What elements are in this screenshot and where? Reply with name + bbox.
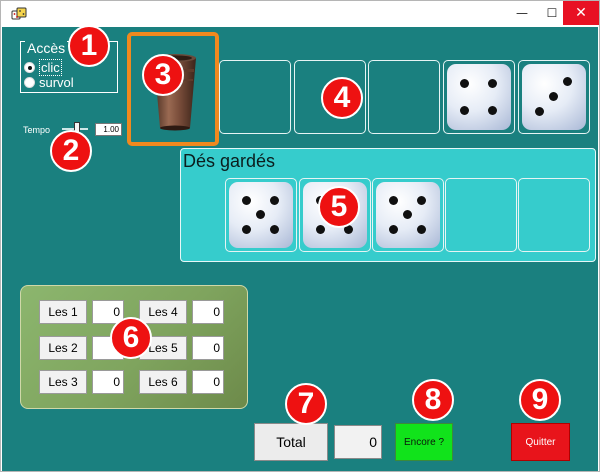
callout-marker-2: 2 [50, 130, 92, 172]
die-pip [488, 79, 497, 88]
radio-survol-label: survol [39, 75, 74, 90]
radio-survol-circle[interactable] [24, 77, 35, 88]
die-pip [270, 196, 279, 205]
minimize-button[interactable]: — [507, 1, 537, 25]
score-button-les-6[interactable]: Les 6 [139, 370, 187, 394]
callout-marker-4: 4 [321, 77, 363, 119]
score-value-les-5: 0 [192, 336, 224, 360]
die-pip [389, 196, 398, 205]
encore-button[interactable]: Encore ? [395, 423, 453, 461]
callout-marker-9: 9 [519, 379, 561, 421]
callout-marker-6: 6 [110, 317, 152, 359]
radio-clic-circle[interactable] [24, 62, 35, 73]
die-pip [535, 107, 544, 116]
quitter-button[interactable]: Quitter [511, 423, 570, 461]
die-pip [256, 210, 265, 219]
app-window: — ☐ ✕ Accès clic survol Tempo 1.00 Dés g… [0, 0, 600, 472]
die-pip [270, 225, 279, 234]
rolled-die-slot-1[interactable] [219, 60, 291, 134]
die-face-five [229, 182, 293, 248]
rolled-die-5[interactable] [518, 60, 590, 134]
radio-clic-label: clic [39, 59, 62, 76]
kept-dice-panel: Dés gardés [180, 148, 596, 262]
die-pip [242, 196, 251, 205]
die-pip [316, 225, 325, 234]
kept-die-3[interactable] [372, 178, 444, 252]
die-pip [460, 106, 469, 115]
die-pip [549, 92, 558, 101]
app-icon [11, 7, 27, 20]
die-face-five [376, 182, 440, 248]
callout-marker-3: 3 [142, 54, 184, 96]
score-value-les-4: 0 [192, 300, 224, 324]
score-value-les-6: 0 [192, 370, 224, 394]
rolled-die-4[interactable] [443, 60, 515, 134]
kept-die-1[interactable] [225, 178, 297, 252]
callout-marker-7: 7 [285, 383, 327, 425]
die-pip [242, 225, 251, 234]
die-pip [563, 77, 572, 86]
die-face-four [447, 64, 511, 130]
die-pip [460, 79, 469, 88]
game-area: Accès clic survol Tempo 1.00 Dés gardés … [2, 25, 598, 471]
score-button-les-1[interactable]: Les 1 [39, 300, 87, 324]
close-button[interactable]: ✕ [563, 1, 599, 25]
score-button-les-3[interactable]: Les 3 [39, 370, 87, 394]
die-pip [417, 225, 426, 234]
callout-marker-1: 1 [68, 25, 110, 67]
die-pip [403, 210, 412, 219]
tempo-value: 1.00 [95, 123, 122, 136]
acces-title: Accès [25, 40, 68, 56]
title-bar: — ☐ ✕ [1, 1, 599, 27]
callout-marker-5: 5 [318, 186, 360, 228]
tempo-label: Tempo [23, 125, 51, 135]
score-value-les-3: 0 [92, 370, 124, 394]
rolled-die-slot-3[interactable] [368, 60, 440, 134]
score-button-les-2[interactable]: Les 2 [39, 336, 87, 360]
score-button-les-4[interactable]: Les 4 [139, 300, 187, 324]
radio-survol[interactable]: survol [24, 75, 74, 90]
kept-die-slot-5[interactable] [518, 178, 590, 252]
callout-marker-8: 8 [412, 379, 454, 421]
die-face-three [522, 64, 586, 130]
kept-die-slot-4[interactable] [445, 178, 517, 252]
die-pip [417, 196, 426, 205]
die-pip [389, 225, 398, 234]
radio-clic[interactable]: clic [24, 59, 62, 76]
die-pip [488, 106, 497, 115]
kept-dice-title: Dés gardés [183, 151, 276, 171]
total-value: 0 [334, 425, 382, 459]
total-button[interactable]: Total [254, 423, 328, 461]
